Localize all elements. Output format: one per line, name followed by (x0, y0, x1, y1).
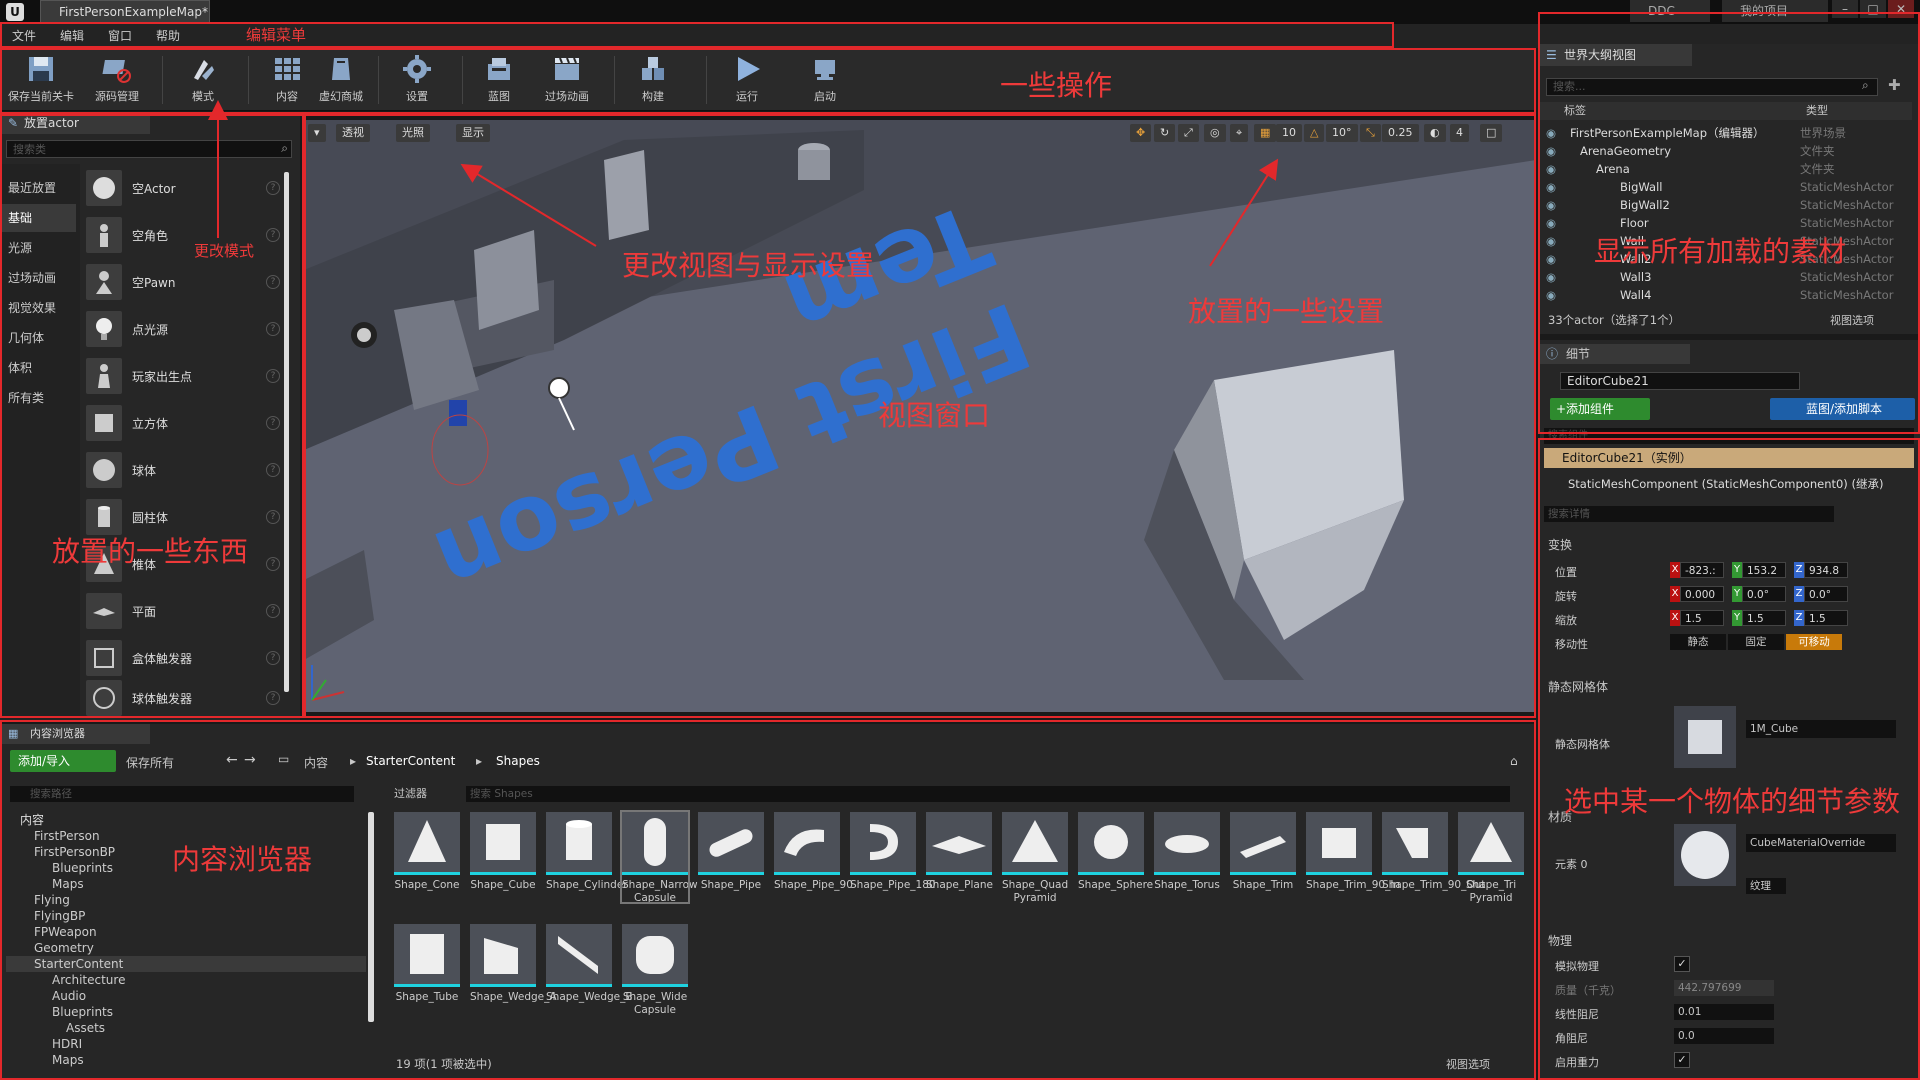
annotation-box-place-things (0, 114, 304, 718)
annotation-box-operations (0, 48, 1536, 114)
annotation-details-params: 选中某一个物体的细节参数 (1564, 785, 1901, 818)
unreal-logo-icon: U (6, 3, 24, 21)
annotation-viewport: 视图窗口 (878, 399, 991, 432)
annotation-box-outliner (1538, 12, 1920, 434)
annotation-box-details (1538, 438, 1920, 1080)
annotation-view-display: 更改视图与显示设置 (622, 249, 875, 282)
annotation-box-edit-menu (0, 22, 1394, 48)
level-tab[interactable]: FirstPersonExampleMap* (40, 0, 210, 22)
annotation-place-settings: 放置的一些设置 (1188, 295, 1385, 328)
annotation-place-things: 放置的一些东西 (52, 535, 249, 568)
annotation-edit-menu: 编辑菜单 (246, 26, 307, 44)
annotation-show-assets: 显示所有加载的素材 (1594, 235, 1847, 268)
annotation-content-browser: 内容浏览器 (172, 843, 313, 876)
annotation-box-content-browser (0, 720, 1536, 1080)
annotation-operations: 一些操作 (1000, 69, 1113, 102)
